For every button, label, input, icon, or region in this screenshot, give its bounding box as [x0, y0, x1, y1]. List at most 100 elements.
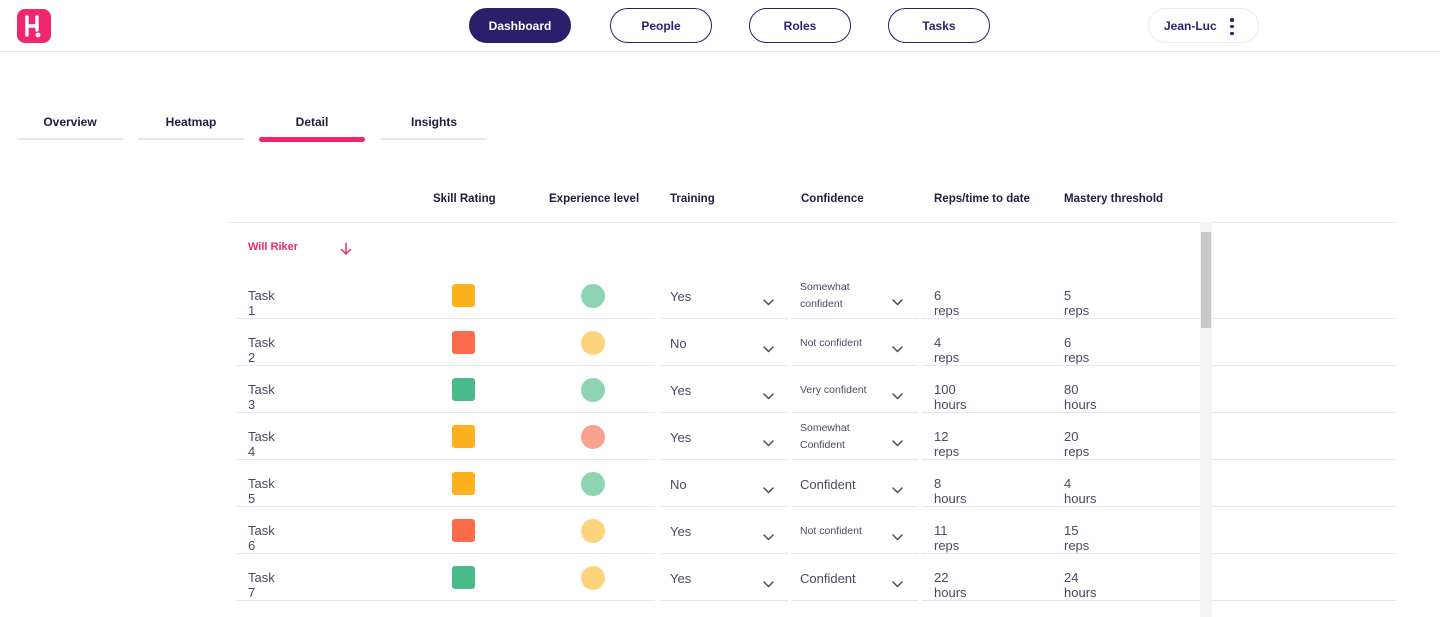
confidence-dropdown[interactable]: Confident	[800, 561, 904, 595]
header-training: Training	[670, 193, 715, 205]
reps-to-date: 11 reps	[934, 523, 960, 553]
nav-people-button[interactable]: People	[610, 8, 712, 43]
arrow-down-icon[interactable]	[338, 241, 354, 257]
row-divider	[660, 553, 788, 554]
chevron-down-icon	[892, 340, 903, 353]
row-divider	[791, 506, 918, 507]
chevron-down-icon	[892, 434, 903, 447]
row-divider	[922, 412, 1397, 413]
row-divider	[791, 553, 918, 554]
reps-to-date: 6 reps	[934, 288, 960, 318]
training-value: Yes	[670, 523, 692, 539]
header-mastery-threshold: Mastery threshold	[1064, 193, 1164, 205]
chevron-down-icon	[892, 528, 903, 541]
confidence-value: Somewhat confident	[800, 281, 850, 310]
reps-to-date: 100 hours	[934, 382, 967, 412]
chevron-down-icon	[763, 575, 774, 588]
experience-level-dot	[581, 378, 605, 402]
experience-level-dot	[581, 566, 605, 590]
row-divider	[791, 412, 918, 413]
training-dropdown[interactable]: No	[670, 475, 776, 494]
row-divider	[791, 365, 918, 366]
training-dropdown[interactable]: Yes	[670, 522, 776, 541]
reps-to-date: 22 hours	[934, 570, 967, 600]
row-divider	[237, 600, 655, 601]
nav-dashboard-button[interactable]: Dashboard	[469, 8, 571, 43]
tab-overview[interactable]: Overview	[17, 108, 123, 142]
mastery-threshold: 20 reps	[1064, 429, 1090, 459]
skill-rating-swatch	[452, 472, 475, 495]
confidence-value: Confident	[800, 476, 856, 492]
chevron-down-icon	[763, 293, 774, 306]
confidence-dropdown[interactable]: Somewhat confident	[800, 279, 904, 313]
row-divider	[237, 318, 655, 319]
training-dropdown[interactable]: No	[670, 334, 776, 353]
nav-tasks-button[interactable]: Tasks	[888, 8, 990, 43]
training-dropdown[interactable]: Yes	[670, 569, 776, 588]
chevron-down-icon	[763, 481, 774, 494]
training-value: Yes	[670, 429, 692, 445]
mastery-threshold: 6 reps	[1064, 335, 1090, 365]
chevron-down-icon	[892, 575, 903, 588]
training-value: No	[670, 335, 687, 351]
reps-to-date: 4 reps	[934, 335, 960, 365]
header-skill-rating: Skill Rating	[433, 193, 496, 205]
confidence-dropdown[interactable]: Very confident	[800, 373, 904, 407]
training-dropdown[interactable]: Yes	[670, 428, 776, 447]
group-name[interactable]: Will Riker	[248, 241, 298, 253]
experience-level-dot	[581, 284, 605, 308]
row-divider	[237, 459, 655, 460]
mastery-threshold: 15 reps	[1064, 523, 1090, 553]
tab-detail[interactable]: Detail	[259, 108, 365, 142]
experience-level-dot	[581, 331, 605, 355]
skill-rating-swatch	[452, 284, 475, 307]
user-menu[interactable]: Jean-Luc	[1148, 8, 1259, 43]
training-dropdown[interactable]: Yes	[670, 287, 776, 306]
confidence-value: Not confident	[800, 524, 862, 537]
row-divider	[237, 365, 655, 366]
chevron-down-icon	[763, 387, 774, 400]
chevron-down-icon	[892, 481, 903, 494]
brand-logo-icon[interactable]	[17, 9, 51, 43]
confidence-value: Confident	[800, 570, 856, 586]
more-vertical-icon[interactable]	[1230, 18, 1234, 35]
training-value: Yes	[670, 570, 692, 586]
confidence-value: Somewhat Confident	[800, 422, 850, 451]
skill-rating-swatch	[452, 378, 475, 401]
skill-rating-swatch	[452, 331, 475, 354]
mastery-threshold: 24 hours	[1064, 570, 1097, 600]
row-divider	[660, 506, 788, 507]
reps-to-date: 12 reps	[934, 429, 960, 459]
mastery-threshold: 5 reps	[1064, 288, 1090, 318]
scrollbar-thumb[interactable]	[1201, 232, 1211, 328]
confidence-dropdown[interactable]: Confident	[800, 467, 904, 501]
row-divider	[660, 459, 788, 460]
training-dropdown[interactable]: Yes	[670, 381, 776, 400]
row-divider	[922, 506, 1397, 507]
row-divider	[922, 553, 1397, 554]
chevron-down-icon	[763, 528, 774, 541]
training-value: Yes	[670, 382, 692, 398]
row-divider	[237, 506, 655, 507]
header-divider	[227, 222, 1397, 223]
chevron-down-icon	[892, 293, 903, 306]
mastery-threshold: 4 hours	[1064, 476, 1097, 506]
task-name: Task 6	[248, 523, 275, 553]
reps-to-date: 8 hours	[934, 476, 967, 506]
training-value: No	[670, 476, 687, 492]
confidence-dropdown[interactable]: Somewhat Confident	[800, 420, 904, 454]
mastery-threshold: 80 hours	[1064, 382, 1097, 412]
experience-level-dot	[581, 425, 605, 449]
confidence-dropdown[interactable]: Not confident	[800, 514, 904, 548]
tab-insights[interactable]: Insights	[381, 108, 487, 142]
tab-heatmap[interactable]: Heatmap	[138, 108, 244, 142]
row-divider	[791, 459, 918, 460]
task-name: Task 1	[248, 288, 275, 318]
row-divider	[922, 365, 1397, 366]
user-name: Jean-Luc	[1164, 18, 1217, 33]
row-divider	[660, 318, 788, 319]
confidence-dropdown[interactable]: Not confident	[800, 326, 904, 360]
row-divider	[660, 600, 788, 601]
task-name: Task 4	[248, 429, 275, 459]
nav-roles-button[interactable]: Roles	[749, 8, 851, 43]
